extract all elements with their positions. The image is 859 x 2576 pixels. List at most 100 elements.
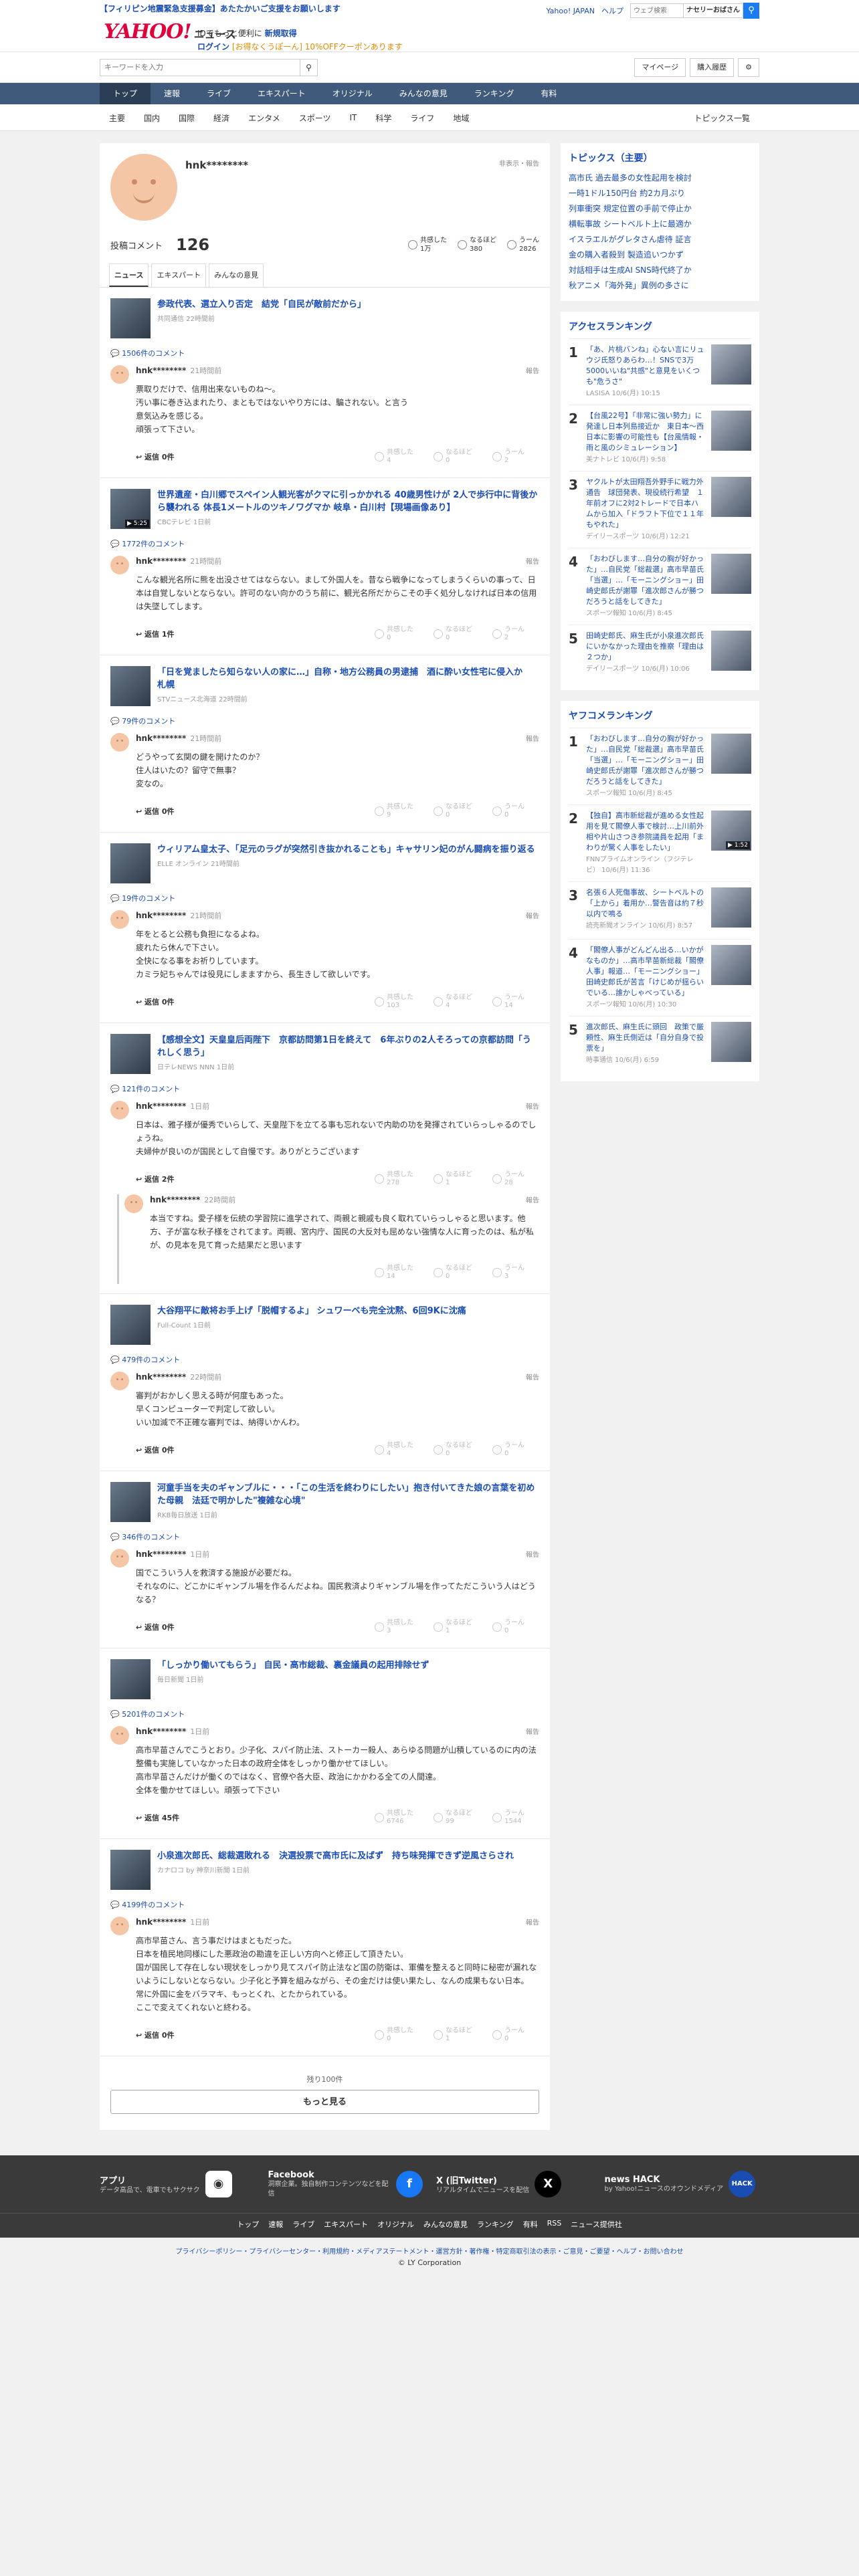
footer-link[interactable]: ニュース提供社 (571, 2219, 622, 2230)
comment-username[interactable]: hnk******** (136, 1727, 186, 1736)
gnav-breaking[interactable]: 速報 (151, 83, 193, 104)
topic-link[interactable]: 一時1ドル150円台 約2カ月ぶり (569, 185, 751, 201)
comment-count-link[interactable]: 💬 346件のコメント (110, 1531, 539, 1542)
report-link[interactable]: 報告 (526, 1549, 539, 1559)
mypage-button[interactable]: マイページ (634, 58, 686, 77)
gnav-ranking[interactable]: ランキング (461, 83, 528, 104)
footer-link[interactable]: ランキング (477, 2219, 514, 2230)
footer-link[interactable]: 有料 (523, 2219, 538, 2230)
comment-username[interactable]: hnk******** (136, 1101, 186, 1111)
comment-count-link[interactable]: 💬 1772件のコメント (110, 538, 539, 549)
help-link[interactable]: ヘルプ (601, 5, 624, 16)
report-link[interactable]: 報告 (526, 1917, 539, 1927)
article-link[interactable]: ▶ 5:25 世界遺産・白川郷でスペイン人観光客がクマに引っかかれる 40歳男性け… (110, 489, 539, 529)
doubt-button[interactable]: うーん 2 (492, 626, 539, 642)
doubt-button[interactable]: うーん 1544 (492, 1810, 539, 1826)
topics-list-link[interactable]: トピックス一覧 (684, 112, 759, 124)
reply-button[interactable]: ↩ 返信 0件 (136, 996, 175, 1007)
report-link[interactable]: 報告 (526, 556, 539, 566)
empathy-button[interactable]: 共感した 4 (375, 449, 421, 465)
cnav-science[interactable]: 科学 (366, 112, 401, 124)
comment-username[interactable]: hnk******** (136, 1372, 186, 1382)
topic-link[interactable]: 金の購入者殺到 製造追いつかず (569, 247, 751, 262)
gnav-opinion[interactable]: みんなの意見 (386, 83, 461, 104)
doubt-button[interactable]: うーん 0 (492, 2027, 539, 2043)
x-promo[interactable]: X (旧Twitter) リアルタイムでニュースを配信 X (436, 2171, 591, 2197)
article-link[interactable]: 大谷翔平に敵将お手上げ「脱帽するよ」 シュワーベも完全沈黙、6回9Kに沈痛 Ful… (110, 1305, 539, 1345)
empathy-button[interactable]: 共感した 278 (375, 1171, 421, 1187)
gear-icon[interactable]: ⚙ (738, 58, 759, 77)
reply-button[interactable]: ↩ 返信 0件 (136, 806, 175, 817)
topic-link[interactable]: 秋アニメ「海外発」異例の多さに (569, 278, 751, 293)
login-link[interactable]: ログイン (197, 42, 229, 51)
legal-links[interactable]: プライバシーポリシー・プライバシーセンター・利用規約・メディアステートメント・運… (0, 2238, 859, 2258)
ranking-item[interactable]: 5 進次郎氏、麻生氏に頭回 政策で厳頼性、麻生氏側近は「自分自身で投票を」 時事通信… (569, 1016, 751, 1073)
article-link[interactable]: 河童手当を夫のギャンブルに・・・「この生活を終わりにしたい」抱き付いてきた娘の言… (110, 1482, 539, 1522)
topic-link[interactable]: 列車衝突 規定位置の手前で停止か (569, 201, 751, 216)
footer-link[interactable]: ライブ (292, 2219, 314, 2230)
facebook-promo[interactable]: Facebook 洞察企業。独自制作コンテンツなどを配信 f (268, 2170, 423, 2199)
doubt-button[interactable]: うーん 28 (492, 1171, 539, 1187)
doubt-button[interactable]: うーん 2 (492, 449, 539, 465)
tab-expert[interactable]: エキスパート (151, 263, 207, 287)
article-title[interactable]: 大谷翔平に敵将お手上げ「脱帽するよ」 シュワーベも完全沈黙、6回9Kに沈痛 (157, 1305, 466, 1317)
empathy-button[interactable]: 共感した 103 (375, 994, 421, 1010)
article-link[interactable]: 「しっかり働いてもらう」 自民・高市総裁、裏金議員の起用排除せず 毎日新聞 1日前 (110, 1659, 539, 1699)
article-title[interactable]: ウィリアム皇太子、「足元のラグが突然引き抜かれることも」キャサリン妃のがん闘病を… (157, 843, 535, 856)
empathy-button[interactable]: 共感した 0 (375, 626, 421, 642)
report-link[interactable]: 報告 (526, 1726, 539, 1736)
report-link[interactable]: 報告 (526, 1101, 539, 1111)
more-button[interactable]: もっと見る (110, 2090, 539, 2114)
topic-link[interactable]: 対話相手は生成AI SNS時代終了か (569, 262, 751, 278)
gnav-expert[interactable]: エキスパート (244, 83, 319, 104)
insight-button[interactable]: なるほど 0 (434, 1442, 480, 1458)
ranking-item[interactable]: 3 名張６人死傷事故、シートベルトの「上から」着用か…警告音は約７秒以内で鳴る 読売… (569, 881, 751, 939)
insight-button[interactable]: なるほど 99 (434, 1810, 480, 1826)
comment-count-link[interactable]: 💬 79件のコメント (110, 716, 539, 726)
comment-username[interactable]: hnk******** (136, 556, 186, 566)
empathy-button[interactable]: 共感した 0 (375, 2027, 421, 2043)
article-link[interactable]: ウィリアム皇太子、「足元のラグが突然引き抜かれることも」キャサリン妃のがん闘病を… (110, 843, 539, 883)
reply-button[interactable]: ↩ 返信 0件 (136, 2030, 175, 2040)
hide-report-link[interactable]: 非表示・報告 (499, 158, 539, 168)
ranking-item[interactable]: 2 【独自】高市新総裁が進める女性起用を見て閣僚人事で検討…上川前外相や片山さつき… (569, 804, 751, 881)
signup-link[interactable]: 新規取得 (265, 29, 297, 38)
ranking-item[interactable]: 1 「おわびします…自分の胸が好かった」…自民党「総裁選」高市早苗氏「当選」…「モ… (569, 728, 751, 804)
history-button[interactable]: 購入履歴 (690, 58, 735, 77)
doubt-button[interactable]: うーん 0 (492, 1442, 539, 1458)
article-title[interactable]: 河童手当を夫のギャンブルに・・・「この生活を終わりにしたい」抱き付いてきた娘の言… (157, 1482, 539, 1507)
insight-button[interactable]: なるほど 1 (434, 1171, 480, 1187)
comment-username[interactable]: hnk******** (136, 1917, 186, 1927)
ranking-item[interactable]: 2 【台風22号】「非常に強い勢力」に発達し日本列島接近か 東日本～西日本に影響の… (569, 405, 751, 471)
coupon-text[interactable]: [お得なくうぽーん] 10%OFFクーポンあります (232, 42, 403, 51)
insight-button[interactable]: なるほど 0 (434, 626, 480, 642)
search-icon[interactable]: ⚲ (743, 3, 759, 19)
reply-button[interactable]: ↩ 返信 0件 (136, 1622, 175, 1632)
newshack-promo[interactable]: news HACK by Yahoo!ニュースのオウンドメディア HACK (605, 2171, 760, 2197)
comment-count-link[interactable]: 💬 121件のコメント (110, 1083, 539, 1094)
empathy-button[interactable]: 共感した 3 (375, 1619, 421, 1635)
reply-button[interactable]: ↩ 返信 0件 (136, 1444, 175, 1455)
footer-link[interactable]: みんなの意見 (423, 2219, 468, 2230)
cnav-entertainment[interactable]: エンタメ (239, 112, 290, 124)
footer-link[interactable]: オリジナル (377, 2219, 414, 2230)
comment-count-link[interactable]: 💬 5201件のコメント (110, 1709, 539, 1719)
gnav-live[interactable]: ライブ (193, 83, 244, 104)
report-link[interactable]: 報告 (526, 733, 539, 743)
tab-news[interactable]: ニュース (109, 263, 149, 287)
comment-username[interactable]: hnk******** (136, 366, 186, 375)
comment-count-link[interactable]: 💬 1506件のコメント (110, 348, 539, 358)
empathy-button[interactable]: 共感した 4 (375, 1442, 421, 1458)
doubt-button[interactable]: うーん 3 (492, 1265, 539, 1281)
comment-username[interactable]: hnk******** (150, 1195, 200, 1204)
insight-button[interactable]: なるほど 1 (434, 1619, 480, 1635)
search-icon[interactable]: ⚲ (300, 59, 318, 76)
comment-username[interactable]: hnk******** (136, 911, 186, 920)
doubt-button[interactable]: うーん 0 (492, 1619, 539, 1635)
ranking-item[interactable]: 4 「閣僚人事がどんどん出る…いかがなものか」…高市早苗新総裁「閣僚人事」報道…「… (569, 939, 751, 1016)
ranking-item[interactable]: 3 ヤクルトが太田翔吾外野手に戦力外通告 球団発表、現役続行希望 １年前オフに2対… (569, 471, 751, 548)
yahoo-japan-link[interactable]: Yahoo! JAPAN (546, 7, 595, 15)
comment-username[interactable]: hnk******** (136, 1549, 186, 1559)
article-link[interactable]: 【感想全文】天皇皇后両陛下 京都訪問第1日を終えて 6年ぶりの2人そろっての京都… (110, 1034, 539, 1074)
comment-count-link[interactable]: 💬 19件のコメント (110, 893, 539, 903)
